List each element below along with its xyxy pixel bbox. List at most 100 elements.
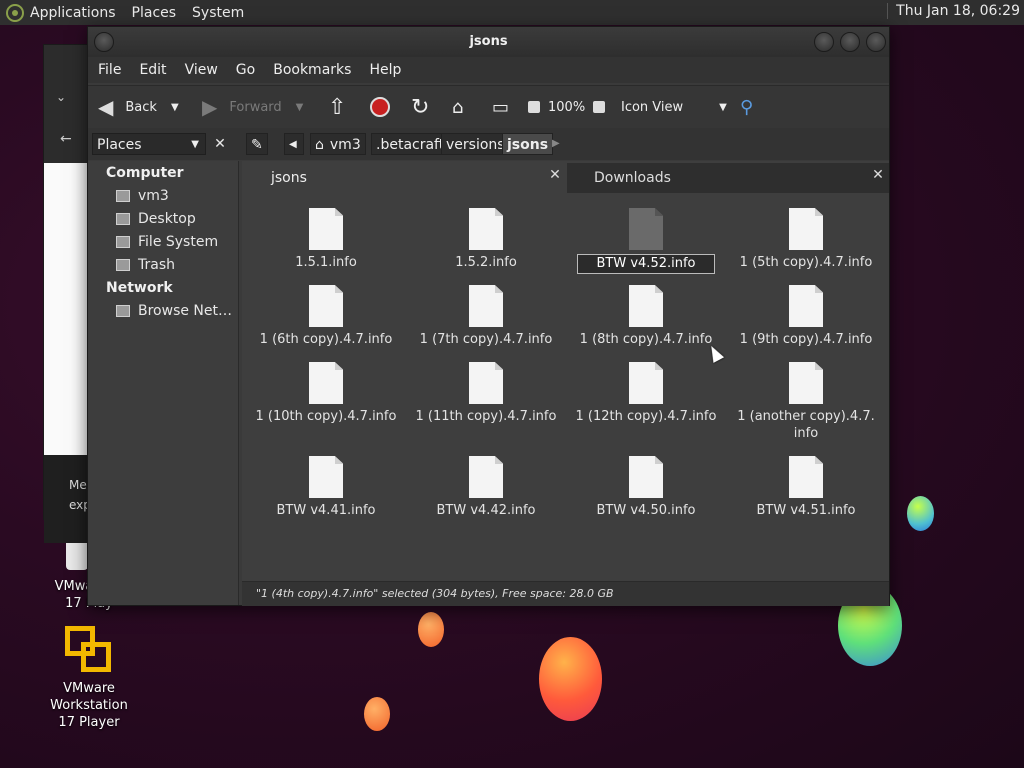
file-item[interactable]: BTW v4.42.info <box>411 456 561 519</box>
file-item[interactable]: 1 (5th copy).4.7.info <box>731 208 881 271</box>
file-icon <box>309 208 343 250</box>
forward-arrow-icon: ▶ <box>202 95 218 119</box>
file-item[interactable]: BTW v4.50.info <box>571 456 721 519</box>
close-icon[interactable]: ✕ <box>871 168 885 182</box>
view-mode-select[interactable]: Icon View ▼ <box>621 86 727 128</box>
home-button[interactable]: ⌂ <box>452 86 463 128</box>
breadcrumb-label: jsons <box>507 137 549 153</box>
zoom-in-icon[interactable] <box>593 101 606 113</box>
file-icon <box>469 362 503 404</box>
sidebar-item-trash[interactable]: Trash <box>116 257 175 273</box>
menu-file[interactable]: File <box>98 62 121 78</box>
file-icon <box>629 285 663 327</box>
tab-jsons[interactable]: jsons ✕ <box>242 163 565 193</box>
file-item[interactable]: BTW v4.41.info <box>251 456 401 519</box>
view-mode-label: Icon View <box>621 99 684 115</box>
stop-button[interactable] <box>370 86 390 128</box>
close-button[interactable] <box>866 32 886 52</box>
clock[interactable]: Thu Jan 18, 06:29 <box>887 3 1020 19</box>
file-icon <box>469 208 503 250</box>
file-item[interactable]: 1 (12th copy).4.7.info <box>571 362 721 425</box>
home-icon: ⌂ <box>315 137 324 153</box>
forward-button[interactable]: ▶ Forward ▼ <box>202 86 303 128</box>
file-icon <box>789 362 823 404</box>
sidebar-item-file-system[interactable]: File System <box>116 234 218 250</box>
rename-input[interactable]: BTW v4.52.info <box>577 254 715 274</box>
menu-help[interactable]: Help <box>369 62 401 78</box>
up-button[interactable]: ⇧ <box>328 86 346 128</box>
search-button[interactable]: ⚲ <box>740 86 753 128</box>
maximize-button[interactable] <box>840 32 860 52</box>
sidebar-item-label: Trash <box>138 257 175 273</box>
breadcrumb-betacraft[interactable]: .betacraft <box>371 133 450 155</box>
breadcrumb-label: versions <box>446 137 505 153</box>
distro-logo-icon[interactable] <box>6 3 24 22</box>
reload-button[interactable]: ↻ <box>411 86 429 128</box>
file-item[interactable]: 1 (9th copy).4.7.info <box>731 285 881 348</box>
menu-bar: File Edit View Go Bookmarks Help <box>88 57 889 83</box>
sidebar-item-desktop[interactable]: Desktop <box>116 211 196 227</box>
sidebar-item-vm3[interactable]: vm3 <box>116 188 169 204</box>
back-button[interactable]: ◀ Back ▼ <box>98 86 179 128</box>
sidebar-item-label: vm3 <box>138 188 169 204</box>
file-item[interactable]: 1 (another copy).4.7. info <box>731 362 881 442</box>
edit-location-button[interactable]: ✎ <box>246 133 268 155</box>
file-item[interactable]: 1 (6th copy).4.7.info <box>251 285 401 348</box>
chevron-down-icon[interactable]: ▼ <box>171 102 179 113</box>
menu-go[interactable]: Go <box>236 62 255 78</box>
menu-view[interactable]: View <box>185 62 218 78</box>
sidebar-item-label: Browse Net… <box>138 303 233 319</box>
computer-button[interactable]: ▭ <box>492 86 509 128</box>
file-item[interactable]: 1.5.2.info <box>411 208 561 271</box>
vmware-logo-icon <box>65 626 113 674</box>
file-item[interactable]: 1 (11th copy).4.7.info <box>411 362 561 425</box>
file-label: BTW v4.51.info <box>756 503 856 518</box>
back-arrow-icon[interactable]: ← <box>60 131 72 147</box>
breadcrumb-versions[interactable]: versions <box>441 133 510 155</box>
file-manager-window[interactable]: jsons File Edit View Go Bookmarks Help ◀… <box>87 26 890 606</box>
breadcrumb-jsons[interactable]: jsons <box>502 133 554 155</box>
file-label: 1 (12th copy).4.7.info <box>575 409 717 424</box>
file-item-renaming[interactable]: BTW v4.52.info <box>571 208 721 274</box>
up-arrow-icon: ⇧ <box>328 94 347 120</box>
file-label: 1.5.2.info <box>455 255 517 270</box>
desktop-icon-vmware-2[interactable]: VMware Workstation 17 Player <box>24 626 154 731</box>
file-label: BTW v4.50.info <box>596 503 696 518</box>
menu-edit[interactable]: Edit <box>139 62 166 78</box>
breadcrumb-label: vm3 <box>329 137 361 153</box>
back-label: Back <box>125 99 157 115</box>
minimize-button[interactable] <box>814 32 834 52</box>
file-icon <box>469 285 503 327</box>
status-bar: "1 (4th copy).4.7.info" selected (304 by… <box>242 581 889 606</box>
sidebar-item-browse-network[interactable]: Browse Net… <box>116 303 232 319</box>
chevron-down-icon[interactable]: ▼ <box>296 102 304 113</box>
sidebar-header-network: Network <box>106 280 173 296</box>
breadcrumb-label: .betacraft <box>376 137 445 153</box>
background-window-text: Me <box>69 478 87 492</box>
file-item[interactable]: 1 (7th copy).4.7.info <box>411 285 561 348</box>
places-menu[interactable]: Places <box>132 5 177 21</box>
breadcrumb-left-button[interactable]: ◀ <box>284 133 304 155</box>
tab-downloads[interactable]: Downloads ✕ <box>567 163 889 193</box>
zoom-out-icon[interactable] <box>528 101 540 113</box>
chevron-right-icon[interactable]: ▶ <box>552 133 560 155</box>
desktop-icon-label: 17 Player <box>58 715 120 730</box>
file-view[interactable]: jsons ✕ Downloads ✕ 1.5.1.info 1.5.2.inf… <box>242 161 889 581</box>
top-panel: Applications Places System Thu Jan 18, 0… <box>0 0 1024 25</box>
places-combo[interactable]: Places ▼ <box>92 133 206 155</box>
file-item[interactable]: 1.5.1.info <box>251 208 401 271</box>
title-bar[interactable]: jsons <box>88 27 889 57</box>
breadcrumb-vm3[interactable]: ⌂ vm3 <box>310 133 366 155</box>
applications-menu[interactable]: Applications <box>30 5 116 21</box>
desktop-icon-label: VMware Workstation <box>50 681 128 713</box>
file-item[interactable]: BTW v4.51.info <box>731 456 881 519</box>
file-item[interactable]: 1 (10th copy).4.7.info <box>251 362 401 425</box>
sidebar-item-label: Desktop <box>138 211 196 227</box>
close-icon[interactable]: ✕ <box>548 168 562 182</box>
reload-icon: ↻ <box>411 94 430 120</box>
menu-bookmarks[interactable]: Bookmarks <box>273 62 351 78</box>
system-menu[interactable]: System <box>192 5 244 21</box>
chevron-down-icon[interactable]: ⌄ <box>56 90 66 104</box>
file-item[interactable]: 1 (8th copy).4.7.info <box>571 285 721 348</box>
close-sidebar-icon[interactable]: ✕ <box>210 133 230 155</box>
